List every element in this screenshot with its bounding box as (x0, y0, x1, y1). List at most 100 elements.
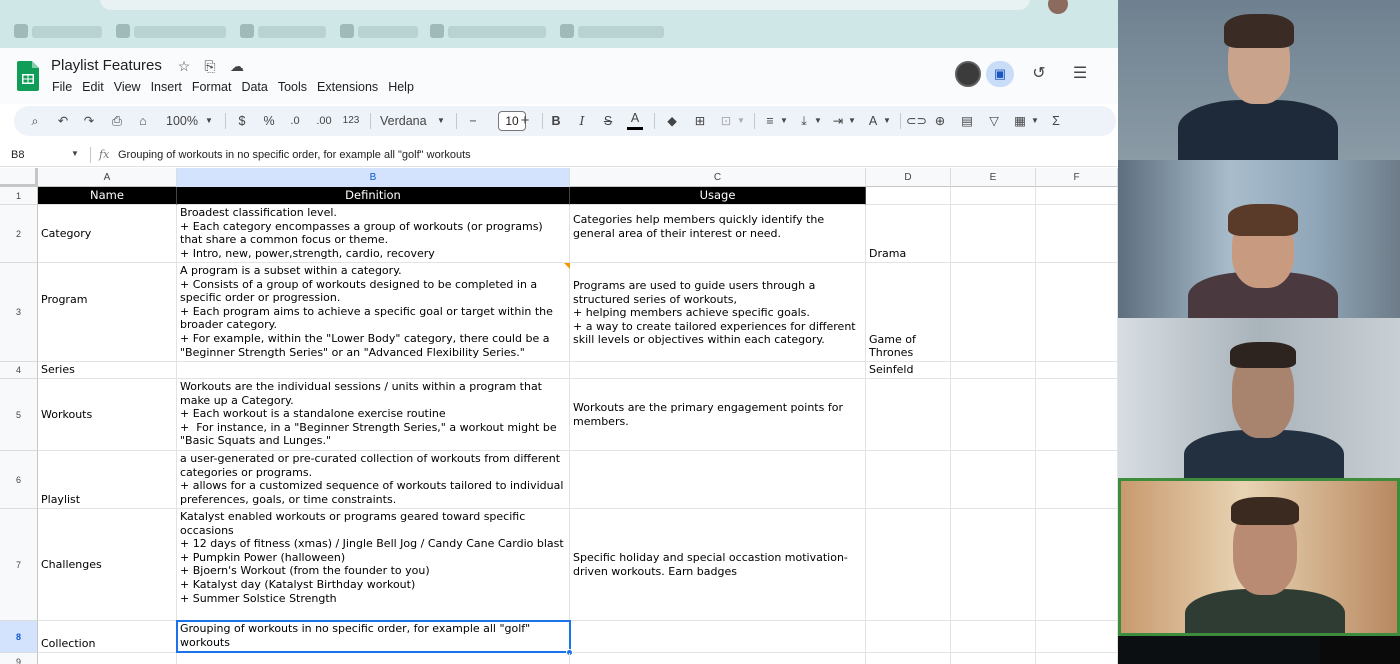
bookmark-icon[interactable] (430, 24, 444, 38)
text-color-button[interactable]: A (627, 106, 643, 130)
filter-icon[interactable]: ▽ (986, 106, 1002, 136)
column-header-f[interactable]: F (1036, 168, 1118, 187)
print-icon[interactable]: ⎙ (108, 106, 126, 136)
browser-profile-avatar[interactable] (1048, 0, 1068, 14)
cell-usage[interactable] (570, 362, 866, 379)
cell-name[interactable]: Challenges (38, 509, 177, 621)
redo-icon[interactable]: ↷ (80, 106, 98, 136)
chevron-down-icon[interactable]: ▼ (71, 149, 79, 158)
cell[interactable] (951, 653, 1036, 664)
bookmark-item[interactable] (32, 26, 102, 38)
cell-usage[interactable]: Specific holiday and special occastion m… (570, 509, 866, 621)
chevron-down-icon[interactable]: ▼ (847, 106, 857, 136)
bookmark-icon[interactable] (240, 24, 254, 38)
column-header-d[interactable]: D (866, 168, 951, 187)
menu-view[interactable]: View (114, 80, 147, 94)
cell[interactable] (951, 362, 1036, 379)
cell-definition[interactable]: Workouts are the individual sessions / u… (177, 379, 570, 451)
document-title[interactable]: Playlist Features (51, 57, 162, 74)
cell[interactable] (1036, 653, 1118, 664)
move-icon[interactable]: ⎘ (201, 57, 219, 75)
formula-input[interactable]: Grouping of workouts in no specific orde… (118, 149, 471, 161)
menu-tools[interactable]: Tools (278, 80, 313, 94)
bookmark-icon[interactable] (560, 24, 574, 38)
filter-views-icon[interactable]: ▦ (1012, 106, 1028, 136)
cell-definition[interactable]: Broadest classification level. + Each ca… (177, 205, 570, 263)
collaborator-avatar[interactable] (955, 61, 981, 87)
menu-edit[interactable]: Edit (82, 80, 110, 94)
cell-name[interactable]: Collection (38, 621, 177, 653)
cell-usage[interactable]: Programs are used to guide users through… (570, 263, 866, 362)
comment-indicator[interactable] (564, 263, 570, 269)
row-header[interactable]: 8 (0, 621, 38, 653)
menu-data[interactable]: Data (241, 80, 273, 94)
menu-file[interactable]: File (52, 80, 78, 94)
bookmark-icon[interactable] (14, 24, 28, 38)
row-header[interactable]: 1 (0, 187, 38, 205)
column-header-c[interactable]: C (570, 168, 866, 187)
font-select[interactable]: Verdana (380, 106, 430, 136)
name-box[interactable]: B8 (11, 149, 24, 161)
bookmark-item[interactable] (448, 26, 546, 38)
column-header-b[interactable]: B (177, 168, 570, 187)
select-all-corner[interactable] (0, 168, 38, 187)
bookmark-item[interactable] (134, 26, 226, 38)
cell-d[interactable]: Seinfeld (866, 362, 951, 379)
increase-font-size-button[interactable]: + (518, 106, 532, 136)
more-formats-button[interactable]: 123 (341, 106, 361, 136)
cell[interactable] (951, 509, 1036, 621)
strikethrough-button[interactable]: S (602, 106, 614, 136)
cell[interactable] (951, 205, 1036, 263)
cell-definition-selected[interactable]: Grouping of workouts in no specific orde… (177, 621, 570, 653)
merge-cells-icon[interactable]: ⊡ (718, 106, 734, 136)
cell[interactable] (951, 263, 1036, 362)
undo-icon[interactable]: ↶ (54, 106, 72, 136)
cell-definition[interactable] (177, 362, 570, 379)
cell-name[interactable]: Series (38, 362, 177, 379)
text-wrapping-icon[interactable]: ⇥ (830, 106, 846, 136)
cell-name[interactable]: Program (38, 263, 177, 362)
search-icon[interactable]: ⌕ (26, 106, 44, 136)
cell-d[interactable]: Game of Thrones (866, 263, 951, 362)
chevron-down-icon[interactable]: ▼ (204, 106, 214, 136)
bold-button[interactable]: B (550, 106, 562, 136)
cell[interactable] (866, 187, 951, 205)
row-header[interactable]: 6 (0, 451, 38, 509)
bookmark-item[interactable] (578, 26, 664, 38)
star-icon[interactable]: ☆ (175, 57, 193, 75)
menu-format[interactable]: Format (192, 80, 238, 94)
comments-icon[interactable]: ☰ (1070, 64, 1090, 84)
header-cell-usage[interactable]: Usage (570, 187, 866, 205)
currency-format-button[interactable]: $ (236, 106, 248, 136)
horizontal-align-icon[interactable]: ≡ (762, 106, 778, 136)
cell[interactable] (866, 653, 951, 664)
cell[interactable] (1036, 205, 1118, 263)
chevron-down-icon[interactable]: ▼ (736, 106, 746, 136)
meet-present-icon[interactable]: ▣ (986, 61, 1014, 87)
insert-link-icon[interactable]: ⊂⊃ (906, 106, 927, 136)
menu-extensions[interactable]: Extensions (317, 80, 384, 94)
cell[interactable] (951, 451, 1036, 509)
participant-tile-active-speaker[interactable] (1118, 478, 1400, 636)
row-header[interactable]: 4 (0, 362, 38, 379)
row-header[interactable]: 5 (0, 379, 38, 451)
sheets-logo-icon[interactable] (17, 61, 39, 91)
zoom-select[interactable]: 100% (164, 106, 200, 136)
percent-format-button[interactable]: % (262, 106, 276, 136)
version-history-icon[interactable]: ↺ (1029, 64, 1049, 84)
participant-tile[interactable] (1118, 318, 1400, 478)
cell[interactable] (1036, 187, 1118, 205)
insert-comment-icon[interactable]: ⊕ (932, 106, 948, 136)
header-cell-name[interactable]: Name (38, 187, 177, 205)
menu-help[interactable]: Help (388, 80, 420, 94)
column-header-a[interactable]: A (38, 168, 177, 187)
cell[interactable] (177, 653, 570, 664)
chevron-down-icon[interactable]: ▼ (813, 106, 823, 136)
cell[interactable] (951, 621, 1036, 653)
cell-definition[interactable]: a user-generated or pre-curated collecti… (177, 451, 570, 509)
row-header[interactable]: 7 (0, 509, 38, 621)
participant-tile[interactable] (1118, 160, 1400, 318)
cell[interactable] (951, 187, 1036, 205)
address-bar[interactable] (100, 0, 1030, 10)
insert-chart-icon[interactable]: ▤ (959, 106, 975, 136)
